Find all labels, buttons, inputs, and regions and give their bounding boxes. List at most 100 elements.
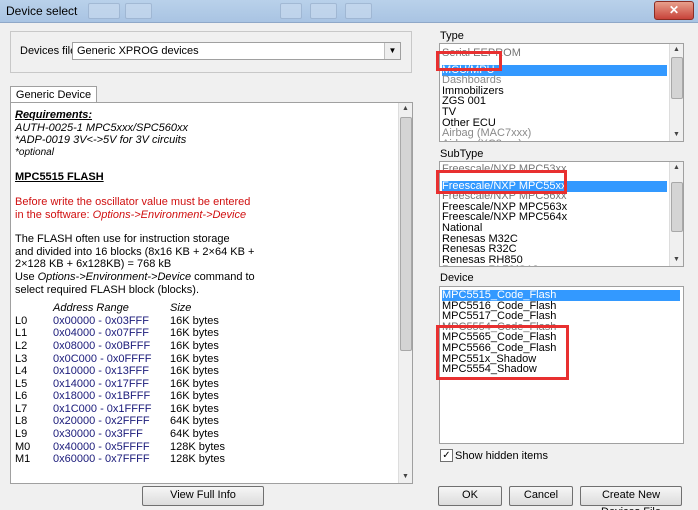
block-size: 128K bytes	[170, 440, 226, 453]
block-range: 0x18000 - 0x1BFFF	[53, 390, 151, 403]
flash-description: 2×128 KB + 6x128KB) = 768 kB	[15, 258, 172, 271]
block-name: L5	[15, 377, 28, 390]
block-size: 16K bytes	[170, 390, 219, 403]
block-size: 16K bytes	[170, 339, 219, 352]
view-full-info-button[interactable]: View Full Info	[142, 486, 264, 506]
background-toolbar-ghost	[88, 3, 120, 19]
device-info-panel: Requirements: AUTH-0025-1 MPC5xxx/SPC560…	[10, 102, 413, 484]
highlight-box-type	[436, 51, 502, 71]
table-row: L4 0x10000 - 0x13FFF 16K bytes	[15, 365, 225, 378]
scroll-down-icon[interactable]: ▼	[670, 129, 683, 141]
table-row: L9 0x30000 - 0x3FFF 64K bytes	[15, 428, 225, 441]
scroll-thumb[interactable]	[671, 57, 683, 99]
requirements-heading: Requirements:	[15, 109, 93, 121]
block-name: L4	[15, 365, 28, 378]
block-size: 64K bytes	[170, 428, 219, 441]
block-size: 64K bytes	[170, 415, 219, 428]
close-icon: ✕	[668, 3, 680, 17]
block-size: 16K bytes	[170, 402, 219, 415]
col-size: Size	[170, 302, 192, 315]
type-label: Type	[440, 30, 464, 42]
requirement-line: AUTH-0025-1 MPC5xxx/SPC560xx	[15, 121, 189, 134]
background-toolbar-ghost	[125, 3, 152, 19]
flash-description: The FLASH often use for instruction stor…	[15, 233, 230, 246]
block-name: L1	[15, 327, 28, 340]
block-range: 0x40000 - 0x5FFFF	[53, 440, 150, 453]
chevron-down-icon[interactable]: ▼	[384, 43, 400, 59]
table-row: L5 0x14000 - 0x17FFF 16K bytes	[15, 378, 225, 391]
usage-line: Use Options->Environment->Device command…	[15, 270, 255, 283]
block-range: 0x0C000 - 0x0FFFF	[53, 352, 152, 365]
table-row: L8 0x20000 - 0x2FFFF 64K bytes	[15, 415, 225, 428]
block-range: 0x08000 - 0x0BFFF	[53, 339, 151, 352]
list-item[interactable]: ZGS 001	[442, 96, 667, 107]
subtype-label: SubType	[440, 148, 484, 160]
devices-file-label: Devices file:	[20, 45, 80, 57]
block-name: L7	[15, 402, 28, 415]
type-scrollbar[interactable]: ▲ ▼	[669, 44, 683, 141]
block-range: 0x00000 - 0x03FFF	[53, 314, 149, 327]
block-name: L2	[15, 339, 28, 352]
table-row: L0 0x00000 - 0x03FFF 16K bytes	[15, 315, 225, 328]
devices-file-combo[interactable]: Generic XPROG devices ▼	[72, 42, 401, 60]
block-range: 0x1C000 - 0x1FFFF	[53, 402, 152, 415]
warning-line: in the software: Options->Environment->D…	[15, 208, 247, 221]
block-name: L0	[15, 314, 28, 327]
requirement-optional: *optional	[15, 146, 54, 158]
device-heading: MPC5515 FLASH	[15, 171, 104, 184]
flash-description: and divided into 16 blocks (8x16 KB + 2×…	[15, 245, 255, 258]
device-select-window: Device select ✕ Devices file: Generic XP…	[0, 0, 698, 510]
block-size: 16K bytes	[170, 314, 219, 327]
table-row: M0 0x40000 - 0x5FFFF 128K bytes	[15, 441, 225, 454]
block-name: M1	[15, 453, 31, 466]
background-toolbar-ghost	[280, 3, 302, 19]
scroll-up-icon[interactable]: ▲	[399, 103, 412, 115]
info-scrollbar[interactable]: ▲ ▼	[398, 103, 412, 483]
close-button[interactable]: ✕	[654, 1, 694, 20]
table-row: M1 0x60000 - 0x7FFFF 128K bytes	[15, 453, 225, 466]
list-item[interactable]: Renesas RL78/G13	[442, 265, 667, 266]
devices-file-value: Generic XPROG devices	[77, 45, 199, 57]
background-toolbar-ghost	[345, 3, 372, 19]
table-row: L1 0x04000 - 0x07FFF 16K bytes	[15, 327, 225, 340]
show-hidden-checkbox[interactable]: ✓	[440, 449, 453, 462]
title-bar[interactable]: Device select ✕	[0, 0, 698, 23]
window-title: Device select	[6, 4, 78, 18]
list-item[interactable]: Airbag (XC2xxx)	[442, 138, 667, 141]
scroll-down-icon[interactable]: ▼	[670, 254, 683, 266]
block-name: L9	[15, 428, 28, 441]
subtype-scrollbar[interactable]: ▲ ▼	[669, 162, 683, 266]
block-name: L8	[15, 415, 28, 428]
highlight-box-device	[436, 325, 569, 380]
block-range: 0x14000 - 0x17FFF	[53, 377, 149, 390]
ok-button[interactable]: OK	[438, 486, 502, 506]
scroll-thumb[interactable]	[400, 117, 412, 351]
block-size: 16K bytes	[170, 377, 219, 390]
table-row: L2 0x08000 - 0x0BFFF 16K bytes	[15, 340, 225, 353]
block-range: 0x30000 - 0x3FFF	[53, 428, 143, 441]
cancel-button[interactable]: Cancel	[509, 486, 573, 506]
highlight-box-subtype	[436, 170, 567, 194]
block-size: 16K bytes	[170, 365, 219, 378]
scroll-thumb[interactable]	[671, 182, 683, 232]
requirement-line: *ADP-0019 3V<->5V for 3V circuits	[15, 134, 187, 147]
block-range: 0x10000 - 0x13FFF	[53, 365, 149, 378]
block-range: 0x04000 - 0x07FFF	[53, 327, 149, 340]
device-label: Device	[440, 272, 474, 284]
address-table: Address Range Size L0 0x00000 - 0x03FFF 16…	[15, 302, 225, 466]
create-new-devices-file-button[interactable]: Create New Devices File	[580, 486, 682, 510]
table-row: L7 0x1C000 - 0x1FFFF 16K bytes	[15, 403, 225, 416]
scroll-down-icon[interactable]: ▼	[399, 471, 412, 483]
warning-line: Before write the oscillator value must b…	[15, 195, 251, 208]
scroll-up-icon[interactable]: ▲	[670, 162, 683, 174]
device-info-text: Requirements: AUTH-0025-1 MPC5xxx/SPC560…	[15, 109, 395, 466]
show-hidden-label: Show hidden items	[455, 450, 548, 462]
address-table-header: Address Range Size	[15, 302, 225, 315]
usage-line: select required FLASH block (blocks).	[15, 283, 200, 296]
block-range: 0x60000 - 0x7FFFF	[53, 453, 150, 466]
scroll-up-icon[interactable]: ▲	[670, 44, 683, 56]
block-name: L3	[15, 352, 28, 365]
block-name: L6	[15, 390, 28, 403]
table-row: L6 0x18000 - 0x1BFFF 16K bytes	[15, 390, 225, 403]
block-size: 16K bytes	[170, 352, 219, 365]
